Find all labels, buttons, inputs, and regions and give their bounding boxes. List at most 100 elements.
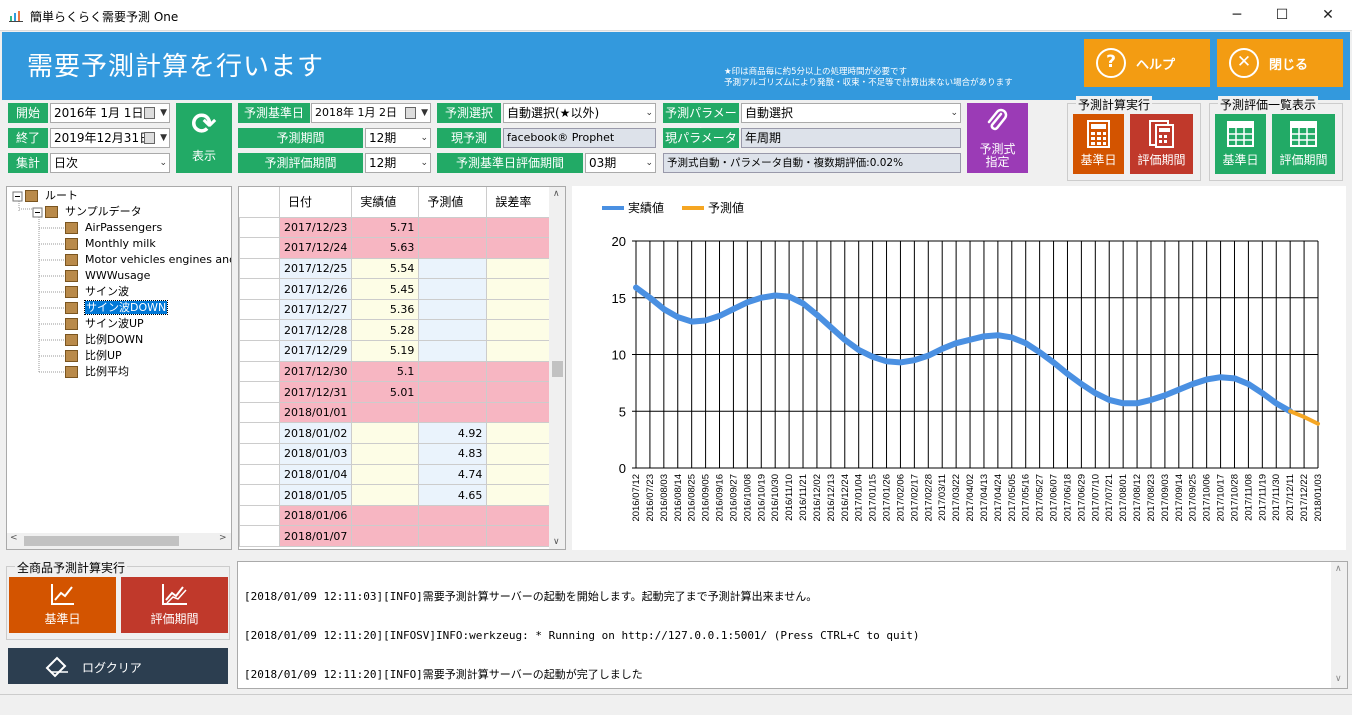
table-row[interactable]: 2017/12/24 5.63 bbox=[239, 237, 555, 259]
calc-base-label: 基準日 bbox=[1080, 153, 1117, 167]
tree-item[interactable]: 比例平均 bbox=[65, 364, 129, 380]
period-select[interactable]: 12期 ⌄ bbox=[365, 128, 431, 148]
tree-item[interactable]: 比例DOWN bbox=[65, 332, 143, 348]
cell-pred: 4.74 bbox=[418, 463, 488, 486]
table-row[interactable]: 2017/12/26 5.45 bbox=[239, 278, 555, 300]
row-header-corner bbox=[239, 187, 280, 218]
start-date-picker[interactable]: 2016年 1月 1日 ▼ bbox=[50, 103, 170, 123]
scroll-thumb[interactable] bbox=[552, 361, 563, 377]
cell-date: 2017/12/26 bbox=[278, 278, 353, 300]
cell-date: 2017/12/29 bbox=[278, 340, 353, 362]
tree-item[interactable]: サイン波 bbox=[65, 284, 129, 300]
scroll-right-icon[interactable]: > bbox=[219, 533, 227, 543]
tree-item-label: Motor vehicles engines and p bbox=[85, 253, 232, 266]
cell-actual: 5.19 bbox=[351, 340, 420, 362]
grid-vscrollbar[interactable]: ∧ ∨ bbox=[549, 187, 565, 549]
x-tick-label: 2016/08/25 bbox=[687, 474, 698, 522]
col-header-date[interactable]: 日付 bbox=[279, 187, 353, 218]
col-header-error[interactable]: 誤差率 bbox=[486, 187, 555, 218]
show-button[interactable]: ⟳ 表示 bbox=[176, 103, 232, 173]
cell-date: 2018/01/01 bbox=[278, 401, 353, 424]
scroll-down-icon[interactable]: ∨ bbox=[1335, 674, 1342, 684]
tree-item-label: サイン波DOWN bbox=[83, 300, 169, 315]
tree-item[interactable]: 比例UP bbox=[65, 348, 122, 364]
base-date-picker[interactable]: 2018年 1月 2日 ▼ bbox=[311, 103, 431, 123]
log-vscrollbar[interactable]: ∧ ∨ bbox=[1331, 562, 1347, 688]
table-row[interactable]: 2018/01/05 4.65 bbox=[239, 484, 555, 506]
scroll-down-icon[interactable]: ∨ bbox=[553, 537, 560, 547]
scroll-left-icon[interactable]: < bbox=[10, 533, 18, 543]
close-window-button[interactable]: ✕ bbox=[1305, 0, 1351, 31]
scroll-up-icon[interactable]: ∧ bbox=[1335, 564, 1342, 574]
tree-node-root[interactable]: ルート bbox=[25, 188, 78, 204]
table-row[interactable]: 2017/12/30 5.1 bbox=[239, 360, 555, 383]
cell-pred bbox=[418, 319, 488, 342]
log-clear-label: ログクリア bbox=[82, 661, 142, 675]
help-button[interactable]: ? ヘルプ bbox=[1084, 39, 1210, 87]
tree-node-folder[interactable]: サンプルデータ bbox=[45, 204, 142, 220]
table-grid-icon bbox=[1227, 121, 1254, 147]
log-clear-button[interactable]: ログクリア bbox=[8, 648, 228, 684]
table-row[interactable]: 2018/01/06 bbox=[239, 504, 555, 527]
tree-item[interactable]: WWWusage bbox=[65, 268, 150, 284]
tree-item-label: 比例DOWN bbox=[85, 333, 144, 346]
data-grid[interactable]: 日付 実績値 予測値 誤差率 2017/12/23 5.71 2017/12/24 5… bbox=[238, 186, 566, 550]
end-date-picker[interactable]: 2019年12月31日 ▼ bbox=[50, 128, 170, 148]
eval-period-value: 12期 bbox=[369, 156, 397, 170]
all-eval-button[interactable]: 評価期間 bbox=[121, 577, 228, 633]
col-header-actual[interactable]: 実績値 bbox=[351, 187, 420, 218]
table-row[interactable]: 2017/12/25 5.54 bbox=[239, 257, 555, 280]
model-select[interactable]: 自動選択(★以外) ⌄ bbox=[503, 103, 656, 123]
cell-date: 2017/12/28 bbox=[278, 319, 353, 342]
eval-period-select[interactable]: 12期 ⌄ bbox=[365, 153, 431, 173]
tree-item[interactable]: Motor vehicles engines and p bbox=[65, 252, 232, 268]
table-row[interactable]: 2017/12/27 5.36 bbox=[239, 298, 555, 321]
table-row[interactable]: 2018/01/04 4.74 bbox=[239, 463, 555, 486]
cell-actual: 5.63 bbox=[351, 237, 420, 259]
y-tick-label: 15 bbox=[612, 291, 626, 306]
base-eval-select[interactable]: 03期 ⌄ bbox=[585, 153, 656, 173]
log-output[interactable]: [2018/01/09 12:11:03][INFO]需要予測計算サーバーの起動… bbox=[237, 561, 1348, 689]
tree-item[interactable]: AirPassengers bbox=[65, 220, 162, 236]
table-row[interactable]: 2018/01/01 bbox=[239, 401, 555, 424]
table-row[interactable]: 2017/12/31 5.01 bbox=[239, 381, 555, 403]
x-tick-label: 2017/01/26 bbox=[882, 474, 893, 522]
maximize-button[interactable]: ☐ bbox=[1259, 0, 1305, 31]
calc-base-button[interactable]: 基準日 bbox=[1073, 114, 1124, 174]
all-base-button[interactable]: 基準日 bbox=[9, 577, 116, 633]
table-row[interactable]: 2018/01/03 4.83 bbox=[239, 443, 555, 465]
calc-eval-button[interactable]: 評価期間 bbox=[1130, 114, 1193, 174]
start-date-value: 2016年 1月 1日 bbox=[54, 106, 144, 120]
tree-item[interactable]: サイン波UP bbox=[65, 316, 144, 332]
list-base-button[interactable]: 基準日 bbox=[1215, 114, 1266, 174]
scroll-up-icon[interactable]: ∧ bbox=[553, 189, 560, 199]
chart-panel: 0 5 10 15 20 2016/07/12 2016/07/23 2016/08/03 20… bbox=[572, 186, 1346, 550]
x-tick-label: 2017/12/11 bbox=[1285, 474, 1296, 521]
table-row[interactable]: 2017/12/23 5.71 bbox=[239, 216, 555, 239]
tree-hscrollbar[interactable]: < > bbox=[7, 533, 231, 549]
box-icon bbox=[65, 334, 78, 346]
x-tick-label: 2016/10/30 bbox=[770, 474, 781, 522]
minimize-button[interactable]: ─ bbox=[1214, 0, 1260, 31]
row-header bbox=[239, 443, 280, 465]
aggregation-select[interactable]: 日次 ⌄ bbox=[50, 153, 170, 173]
row-header bbox=[239, 504, 280, 527]
product-tree[interactable]: ルート サンプルデータ AirPassengers Monthly milk Mot… bbox=[6, 186, 232, 550]
cell-error bbox=[486, 360, 555, 383]
chevron-down-icon: ⌄ bbox=[420, 133, 428, 143]
col-header-pred[interactable]: 予測値 bbox=[418, 187, 488, 218]
tree-item[interactable]: Monthly milk bbox=[65, 236, 156, 252]
box-icon bbox=[65, 286, 78, 298]
refresh-icon: ⟳ bbox=[191, 107, 217, 142]
tree-item[interactable]: サイン波DOWN bbox=[65, 300, 169, 316]
table-row[interactable]: 2017/12/28 5.28 bbox=[239, 319, 555, 342]
scroll-thumb[interactable] bbox=[24, 536, 179, 546]
param-select[interactable]: 自動選択 ⌄ bbox=[741, 103, 961, 123]
table-row[interactable]: 2018/01/02 4.92 bbox=[239, 422, 555, 445]
close-app-button[interactable]: ✕ 閉じる bbox=[1217, 39, 1343, 87]
table-row[interactable]: 2017/12/29 5.19 bbox=[239, 340, 555, 362]
formula-button[interactable]: 予測式 指定 bbox=[967, 103, 1028, 173]
calculator-multi-icon bbox=[1149, 120, 1174, 148]
list-eval-button[interactable]: 評価期間 bbox=[1272, 114, 1335, 174]
table-row[interactable]: 2018/01/07 bbox=[239, 525, 555, 547]
